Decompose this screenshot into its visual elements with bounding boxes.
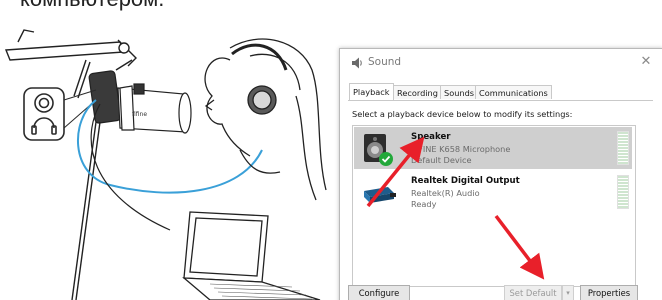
dialog-titlebar: Sound ✕ [340, 49, 662, 77]
digital-output-icon [364, 187, 396, 203]
tab-sounds[interactable]: Sounds [440, 85, 479, 99]
device-name: Realtek Digital Output [411, 176, 520, 186]
close-icon[interactable]: ✕ [638, 54, 654, 70]
tab-recording[interactable]: Recording [393, 85, 442, 99]
tab-playback[interactable]: Playback [349, 83, 394, 100]
device-status: Default Device [411, 155, 472, 165]
properties-button[interactable]: Properties [580, 285, 638, 300]
configure-button[interactable]: Configure [348, 285, 410, 300]
playback-device-list: Speaker FIFINE K658 Microphone Default D… [352, 125, 636, 287]
mic-brand-label: fifine [132, 111, 147, 118]
device-status: Ready [411, 199, 437, 209]
device-name: Speaker [411, 132, 451, 142]
instruction-text: Select a playback device below to modify… [352, 109, 573, 119]
set-default-dropdown-icon[interactable]: ▾ [562, 285, 574, 300]
microphone: fifine [88, 70, 192, 134]
sound-app-icon [352, 57, 362, 69]
device-row-speaker[interactable]: Speaker FIFINE K658 Microphone Default D… [354, 127, 632, 169]
tab-communications[interactable]: Communications [475, 85, 552, 99]
speaker-icon [364, 134, 393, 166]
dialog-title: Sound [368, 56, 402, 68]
volume-level-meter [617, 131, 629, 165]
setup-illustration: fifine [4, 29, 327, 300]
person-with-headphones [204, 38, 327, 201]
sound-dialog: Sound ✕ Playback Recording Sounds Commun… [339, 48, 662, 300]
laptop [182, 211, 321, 300]
device-row-realtek-digital[interactable]: Realtek Digital Output Realtek(R) Audio … [354, 171, 632, 213]
set-default-button[interactable]: Set Default [504, 285, 562, 300]
device-description: Realtek(R) Audio [411, 188, 480, 198]
screenshot-stage: компьютером. fifine [0, 0, 662, 300]
volume-level-meter [617, 175, 629, 209]
device-description: FIFINE K658 Microphone [411, 144, 511, 154]
default-check-badge [379, 152, 393, 166]
